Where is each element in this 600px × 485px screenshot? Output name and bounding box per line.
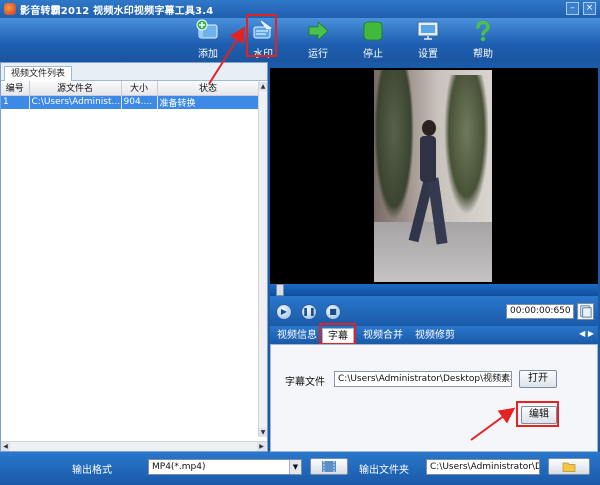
format-settings-button[interactable] — [310, 458, 348, 475]
table-row[interactable]: 1 C:\Users\Administ... 904.... 准备转换 — [1, 95, 260, 109]
output-folder-field[interactable]: C:\Users\Administrator\De — [426, 459, 540, 475]
tab-scroll-icon[interactable]: ◀ ▶ — [579, 329, 594, 338]
output-format-select[interactable]: MP4(*.mp4) ▼ — [148, 459, 302, 475]
row-status: 准备转换 — [157, 95, 260, 109]
title-bar: 影音转霸2012 视频水印视频字幕工具3.4 – × — [0, 0, 600, 18]
browse-folder-button[interactable] — [548, 458, 590, 475]
settings-button[interactable]: 设置 — [408, 18, 448, 62]
file-list-hscroll[interactable]: ◀ ▶ — [1, 441, 267, 451]
add-button[interactable]: 添加 — [188, 18, 228, 62]
settings-monitor-icon — [417, 21, 439, 40]
seek-thumb[interactable] — [276, 284, 285, 296]
video-preview — [270, 68, 598, 284]
add-label: 添加 — [198, 49, 218, 60]
col-number[interactable]: 编号 — [1, 81, 30, 96]
scroll-left-icon[interactable]: ◀ — [1, 442, 10, 451]
add-film-icon — [196, 19, 218, 39]
subtitle-tab-highlight — [319, 323, 356, 345]
file-list-tabstrip: 视频文件列表 — [1, 63, 267, 81]
video-frame — [374, 70, 492, 282]
row-filename: C:\Users\Administ... — [29, 95, 122, 109]
help-label: 帮助 — [473, 49, 493, 60]
scroll-right-icon[interactable]: ▶ — [257, 442, 266, 451]
minimize-button[interactable]: – — [566, 2, 579, 15]
row-number: 1 — [1, 95, 30, 109]
play-icon[interactable]: ▶ — [276, 304, 292, 320]
scroll-down-icon[interactable]: ▼ — [259, 428, 267, 437]
snapshot-icon[interactable] — [577, 303, 594, 320]
subtitle-file-label: 字幕文件 — [285, 377, 325, 388]
edit-button-highlight — [516, 401, 559, 427]
stop-button[interactable]: 停止 — [353, 18, 393, 62]
settings-label: 设置 — [418, 49, 438, 60]
subtitle-path-field[interactable]: C:\Users\Administrator\Desktop\视频素材\731b — [334, 371, 512, 387]
pause-icon[interactable]: ❚❚ — [301, 304, 317, 320]
row-size: 904.... — [121, 95, 158, 109]
scroll-up-icon[interactable]: ▲ — [259, 82, 267, 91]
file-list-vscroll[interactable]: ▲ ▼ — [258, 82, 267, 437]
tab-video-info[interactable]: 视频信息 — [272, 328, 322, 344]
file-list-panel: 视频文件列表 编号 源文件名 大小 状态 1 C:\Users\Administ… — [0, 62, 268, 452]
run-arrow-icon — [308, 21, 329, 41]
help-button[interactable]: 帮助 — [463, 18, 503, 62]
stop-label: 停止 — [363, 49, 383, 60]
tab-video-trim[interactable]: 视频修剪 — [410, 328, 460, 344]
col-size[interactable]: 大小 — [121, 81, 158, 96]
toolbar: 添加 水印 运行 停止 设置 帮助 — [0, 14, 600, 62]
close-button[interactable]: × — [583, 2, 596, 15]
run-label: 运行 — [308, 49, 328, 60]
output-format-value: MP4(*.mp4) — [152, 462, 206, 472]
subtitle-panel: 字幕文件 C:\Users\Administrator\Desktop\视频素材… — [270, 344, 598, 452]
col-source-name[interactable]: 源文件名 — [29, 81, 122, 96]
watermark-highlight — [246, 14, 277, 57]
time-display: 00:00:00:650 — [506, 304, 574, 319]
open-button[interactable]: 打开 — [519, 370, 557, 388]
help-question-icon — [476, 20, 490, 42]
chevron-down-icon: ▼ — [289, 460, 301, 474]
window-title: 影音转霸2012 视频水印视频字幕工具3.4 — [20, 5, 214, 17]
player-controls: ▶ ❚❚ ■ 00:00:00:650 — [270, 296, 598, 326]
tab-video-merge[interactable]: 视频合并 — [358, 328, 408, 344]
window-controls: – × — [566, 2, 596, 15]
folder-icon — [562, 462, 576, 472]
app-icon — [4, 3, 16, 15]
file-table-header: 编号 源文件名 大小 状态 — [1, 81, 260, 96]
run-button[interactable]: 运行 — [298, 18, 338, 62]
seek-bar[interactable] — [270, 284, 598, 296]
stop-playback-icon[interactable]: ■ — [325, 304, 341, 320]
file-table: 编号 源文件名 大小 状态 1 C:\Users\Administ... 904… — [1, 81, 260, 109]
film-strip-icon — [322, 461, 336, 472]
tab-video-file-list[interactable]: 视频文件列表 — [4, 66, 73, 81]
output-format-label: 输出格式 — [72, 465, 112, 476]
col-status[interactable]: 状态 — [157, 81, 260, 96]
output-folder-label: 输出文件夹 — [359, 465, 409, 476]
stop-icon — [363, 21, 383, 41]
output-bar: 输出格式 MP4(*.mp4) ▼ 输出文件夹 C:\Users\Adminis… — [0, 452, 600, 485]
